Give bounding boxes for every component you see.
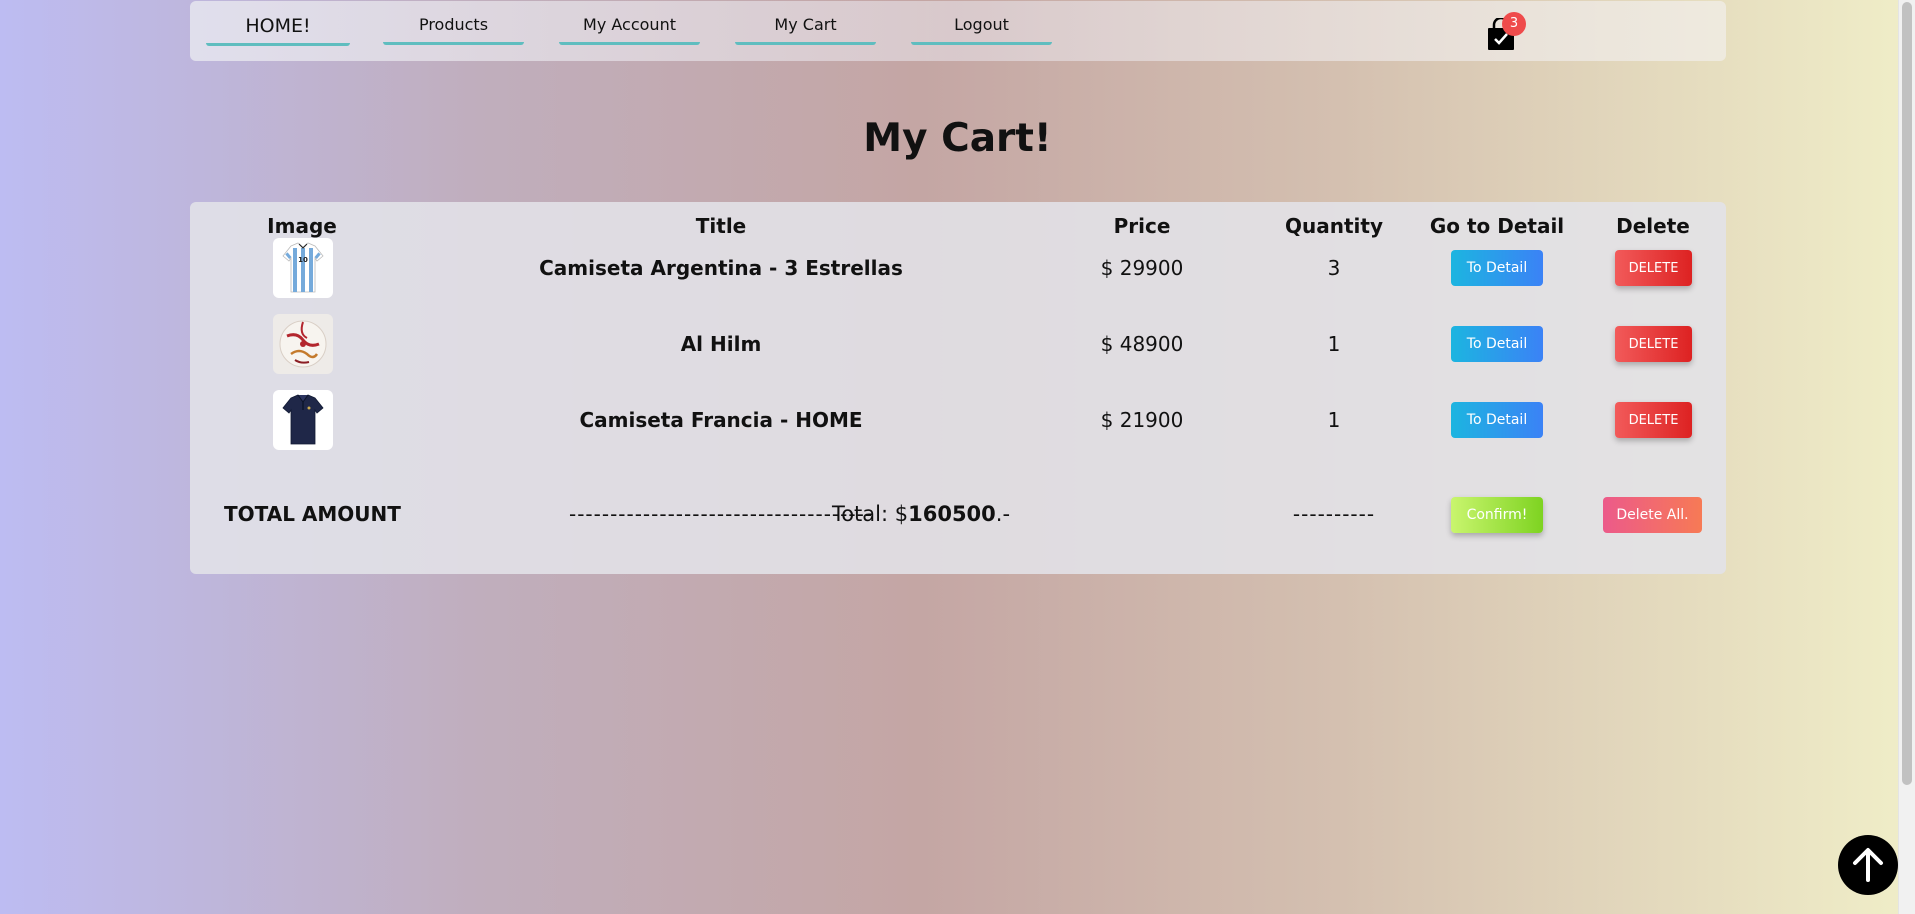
total-value: 160500 bbox=[908, 502, 996, 526]
delete-item-button[interactable]: DELETE bbox=[1615, 250, 1692, 286]
header-go-to-detail: Go to Detail bbox=[1429, 214, 1565, 238]
confirm-button[interactable]: Confirm! bbox=[1451, 497, 1543, 533]
delete-item-button[interactable]: DELETE bbox=[1615, 402, 1692, 438]
quantity-placeholder-dashes: ---------- bbox=[1292, 502, 1376, 526]
title-placeholder-dashes: ------------------------------------- bbox=[568, 502, 874, 526]
scroll-to-top-button[interactable] bbox=[1838, 835, 1898, 895]
product-image-al-hilm-ball bbox=[273, 314, 333, 374]
nav-my-cart-link[interactable]: My Cart bbox=[735, 15, 876, 45]
product-title: Camiseta Francia - HOME bbox=[579, 408, 863, 432]
to-detail-button[interactable]: To Detail bbox=[1451, 250, 1543, 286]
product-price: $ 21900 bbox=[1100, 408, 1184, 432]
nav-products-link[interactable]: Products bbox=[383, 15, 524, 45]
product-quantity: 3 bbox=[1327, 256, 1341, 280]
product-price: $ 48900 bbox=[1100, 332, 1184, 356]
to-detail-button[interactable]: To Detail bbox=[1451, 326, 1543, 362]
table-row: Camiseta Francia - HOME $ 21900 1 To Det… bbox=[190, 390, 1726, 450]
nav-logout-link[interactable]: Logout bbox=[911, 15, 1052, 45]
product-price: $ 29900 bbox=[1100, 256, 1184, 280]
total-amount: Total: $160500.- bbox=[832, 502, 1010, 526]
product-quantity: 1 bbox=[1327, 408, 1341, 432]
delete-all-button[interactable]: Delete All. bbox=[1603, 497, 1702, 533]
total-amount-label: TOTAL AMOUNT bbox=[224, 502, 401, 526]
table-row: 10 Camiseta Argentina - 3 Estrellas $ 29… bbox=[190, 238, 1726, 298]
svg-text:10: 10 bbox=[298, 256, 308, 264]
product-title: Al Hilm bbox=[680, 332, 762, 356]
nav-home-link[interactable]: HOME! bbox=[206, 15, 350, 46]
header-quantity: Quantity bbox=[1285, 214, 1383, 238]
header-title: Title bbox=[695, 214, 747, 238]
delete-item-button[interactable]: DELETE bbox=[1615, 326, 1692, 362]
product-quantity: 1 bbox=[1327, 332, 1341, 356]
header-delete: Delete bbox=[1616, 214, 1690, 238]
total-suffix: .- bbox=[995, 502, 1011, 526]
product-title: Camiseta Argentina - 3 Estrellas bbox=[539, 256, 903, 280]
cart-table: Image Title Price Quantity Go to Detail … bbox=[190, 202, 1726, 574]
total-prefix: Total: $ bbox=[831, 502, 909, 526]
cart-count-badge: 3 bbox=[1502, 12, 1526, 36]
arrow-up-icon bbox=[1853, 848, 1883, 882]
product-image-france-shirt bbox=[273, 390, 333, 450]
header-image: Image bbox=[267, 214, 337, 238]
header-price: Price bbox=[1113, 214, 1171, 238]
nav-my-account-link[interactable]: My Account bbox=[559, 15, 700, 45]
table-row: Al Hilm $ 48900 1 To Detail DELETE bbox=[190, 314, 1726, 374]
to-detail-button[interactable]: To Detail bbox=[1451, 402, 1543, 438]
page-title: My Cart! bbox=[863, 116, 1052, 161]
product-image-argentina-shirt: 10 bbox=[273, 238, 333, 298]
